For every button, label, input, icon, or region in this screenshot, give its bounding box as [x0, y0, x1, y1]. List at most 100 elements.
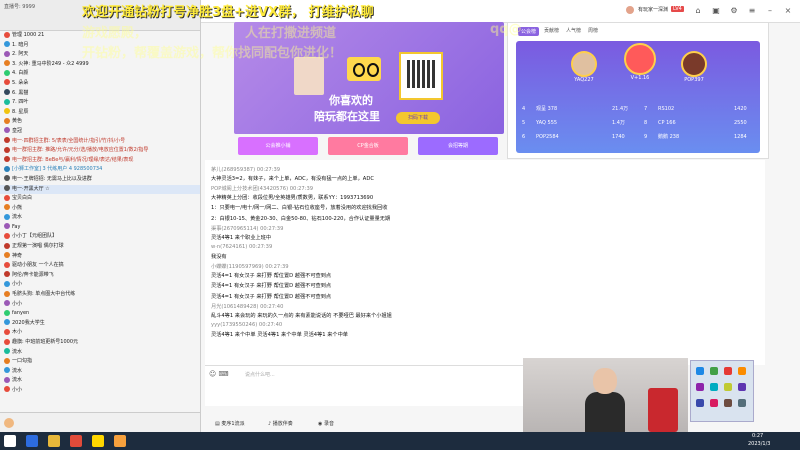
user-icon: [4, 376, 10, 383]
rank-row[interactable]: 8 CP 166 2550: [644, 117, 756, 129]
avatar[interactable]: [4, 418, 14, 428]
sidebar-item[interactable]: 7. 四叶: [0, 98, 200, 108]
close-button[interactable]: ×: [781, 4, 795, 18]
emoji-icon[interactable]: ☺ ⌨: [209, 370, 229, 378]
sidebar-item[interactable]: 毛脐头狗: 单点图大中台代练: [0, 290, 200, 300]
sidebar-item[interactable]: 2020我大学生: [0, 319, 200, 329]
home-icon[interactable]: ⌂: [691, 4, 705, 18]
record-button[interactable]: ◉ 录音: [318, 420, 334, 427]
settings-icon[interactable]: ⚙: [727, 4, 741, 18]
app-icon[interactable]: [92, 435, 104, 447]
sidebar-item[interactable]: 小小: [0, 300, 200, 310]
chat-sender[interactable]: 小蝶蝶(1190597969) 00:27:39: [211, 263, 289, 270]
rank-row[interactable]: 4 观呈 378 21.4万: [522, 103, 634, 115]
tray-app-icon[interactable]: [696, 367, 704, 375]
tray-app-icon[interactable]: [710, 367, 718, 375]
sidebar-item[interactable]: 流水: [0, 367, 200, 377]
rank-row[interactable]: 5 YAQ 555 1.4万: [522, 117, 634, 129]
rank-tab[interactable]: 人气榜: [566, 27, 581, 34]
sidebar-item[interactable]: 驱动小朋友 一个人在搞: [0, 261, 200, 271]
user-name[interactable]: 有玩家一深渊: [638, 6, 668, 13]
sidebar-item[interactable]: 6. 黑猫: [0, 89, 200, 99]
clock-time[interactable]: 0:27: [752, 433, 763, 439]
user-icon: [4, 252, 10, 259]
sidebar-item[interactable]: 电一·王牌招招: 无需马上比以及进群: [0, 175, 200, 185]
sidebar-item[interactable]: 阿伦/奔卡能源带飞: [0, 271, 200, 281]
tray-app-icon[interactable]: [724, 383, 732, 391]
scan-download-button[interactable]: 扫码下载: [396, 112, 440, 124]
sidebar-item[interactable]: Fay: [0, 223, 200, 233]
sidebar-item-label: 黄色: [12, 118, 23, 125]
rank-tab[interactable]: 贡献榜: [544, 27, 559, 34]
start-icon[interactable]: [4, 435, 16, 447]
menu-icon[interactable]: ≡: [745, 4, 759, 18]
sidebar-item[interactable]: fanyen: [0, 309, 200, 319]
sidebar-item[interactable]: 小熊: [0, 204, 200, 214]
sidebar-item[interactable]: 小小: [0, 280, 200, 290]
chat-message: 乱斗4等1 来会玩的 来玩的久一点的 来有素能说话的 不要哑巴 最好来个小姐姐: [211, 312, 392, 319]
sidebar-item[interactable]: 8. 星辰: [0, 108, 200, 118]
chat-sender[interactable]: POP城阁上分技术团(43420576) 00:27:39: [211, 185, 313, 192]
sidebar-item[interactable]: 电一群招主群: 推路/允许/元分/选/播放/电放应位置1/数2/指导: [0, 146, 200, 156]
chat-log[interactable]: 茅儿(268959387) 00:27:39 大神灵活3=2，有妹子，来个上单，A…: [205, 160, 765, 365]
sidebar-item[interactable]: 4. 白颜: [0, 69, 200, 79]
sidebar-item[interactable]: 皇冠: [0, 127, 200, 137]
tray-app-icon[interactable]: [696, 383, 704, 391]
sidebar-item[interactable]: 电一群招主群: BeBe与/赢利/情况/理缘/表达/结果/表现: [0, 156, 200, 166]
tray-app-icon[interactable]: [738, 383, 746, 391]
minimize-button[interactable]: –: [763, 4, 777, 18]
chat-sender[interactable]: 月光(1061489428) 00:27:40: [211, 303, 283, 310]
game-icon[interactable]: [114, 435, 126, 447]
rank-podium-1[interactable]: V+1.16: [624, 43, 656, 81]
tray-app-icon[interactable]: [724, 367, 732, 375]
sidebar-item[interactable]: 木小: [0, 328, 200, 338]
tray-app-icon[interactable]: [710, 383, 718, 391]
sidebar-item[interactable]: 电一·开黑大厅 ☆: [0, 184, 200, 195]
play-accompaniment-button[interactable]: ♪ 播放伴奏: [268, 420, 293, 427]
cp-board-button[interactable]: CP金合板: [328, 137, 408, 155]
sidebar-item[interactable]: 神奇: [0, 252, 200, 262]
sidebar-item[interactable]: 流水: [0, 213, 200, 223]
sidebar-item[interactable]: 小小丁【元组团队】: [0, 232, 200, 242]
folder-icon[interactable]: [48, 435, 60, 447]
mic-queue-button[interactable]: ▤ 麦序1流派: [215, 420, 245, 427]
user-icon: [4, 165, 10, 172]
rank-row[interactable]: 7 RS102 1420: [644, 103, 756, 115]
rank-row[interactable]: 9 鹅鹅 238 1284: [644, 131, 756, 143]
browser-icon[interactable]: [26, 435, 38, 447]
sidebar-item[interactable]: 3. 火神: 重马中阶249 - 众2 4999: [0, 60, 200, 70]
tray-app-icon[interactable]: [738, 399, 746, 407]
sidebar-item[interactable]: 一口勾指: [0, 357, 200, 367]
sidebar-item[interactable]: 5. 朵朵: [0, 79, 200, 89]
user-icon: [4, 89, 10, 96]
clock-date[interactable]: 2023/1/3: [748, 441, 770, 447]
sidebar-item[interactable]: 流水: [0, 376, 200, 386]
chat-sender[interactable]: 茅儿(268959387) 00:27:39: [211, 166, 280, 173]
rank-row[interactable]: 6 POP2584 1740: [522, 131, 634, 143]
chat-sender[interactable]: w·n(7624161) 00:27:39: [211, 244, 272, 250]
tray-app-icon[interactable]: [696, 399, 704, 407]
sidebar-item[interactable]: 流水: [0, 348, 200, 358]
sidebar-item[interactable]: 电一·四群招主群: 5/表表/全国统计/指引/竹/抖/小号: [0, 137, 200, 147]
sidebar-item[interactable]: 正规第一演唱 偶尔打球: [0, 242, 200, 252]
tray-app-icon[interactable]: [738, 367, 746, 375]
user-icon: [4, 290, 10, 297]
chat-sender[interactable]: yyy(1739550246) 00:27:40: [211, 322, 282, 328]
recruit-button[interactable]: 会招等期: [418, 137, 498, 155]
user-avatar[interactable]: [626, 6, 634, 14]
rank-tab[interactable]: 周榜: [588, 27, 598, 34]
media-icon[interactable]: [70, 435, 82, 447]
chat-sender[interactable]: 渠事(2670965114) 00:27:39: [211, 225, 283, 232]
tray-app-icon[interactable]: [724, 399, 732, 407]
sidebar-item[interactable]: 趣旗: 中班前班更新号1000元: [0, 338, 200, 348]
rank-podium-2[interactable]: YAQ227: [571, 51, 597, 83]
sidebar-item[interactable]: [小狮工作室] 3 代练用户 4 928500734: [0, 165, 200, 175]
rank-podium-3[interactable]: POP397: [681, 51, 707, 83]
tray-app-icon[interactable]: [710, 399, 718, 407]
gamepad-icon[interactable]: ▣: [709, 4, 723, 18]
guild-shop-button[interactable]: 公会推小铺: [238, 137, 318, 155]
chat-input[interactable]: 说点什么吧...: [245, 371, 275, 378]
sidebar-item[interactable]: 小小: [0, 386, 200, 396]
sidebar-item[interactable]: 宝贝白白: [0, 194, 200, 204]
sidebar-item[interactable]: 黄色: [0, 117, 200, 127]
